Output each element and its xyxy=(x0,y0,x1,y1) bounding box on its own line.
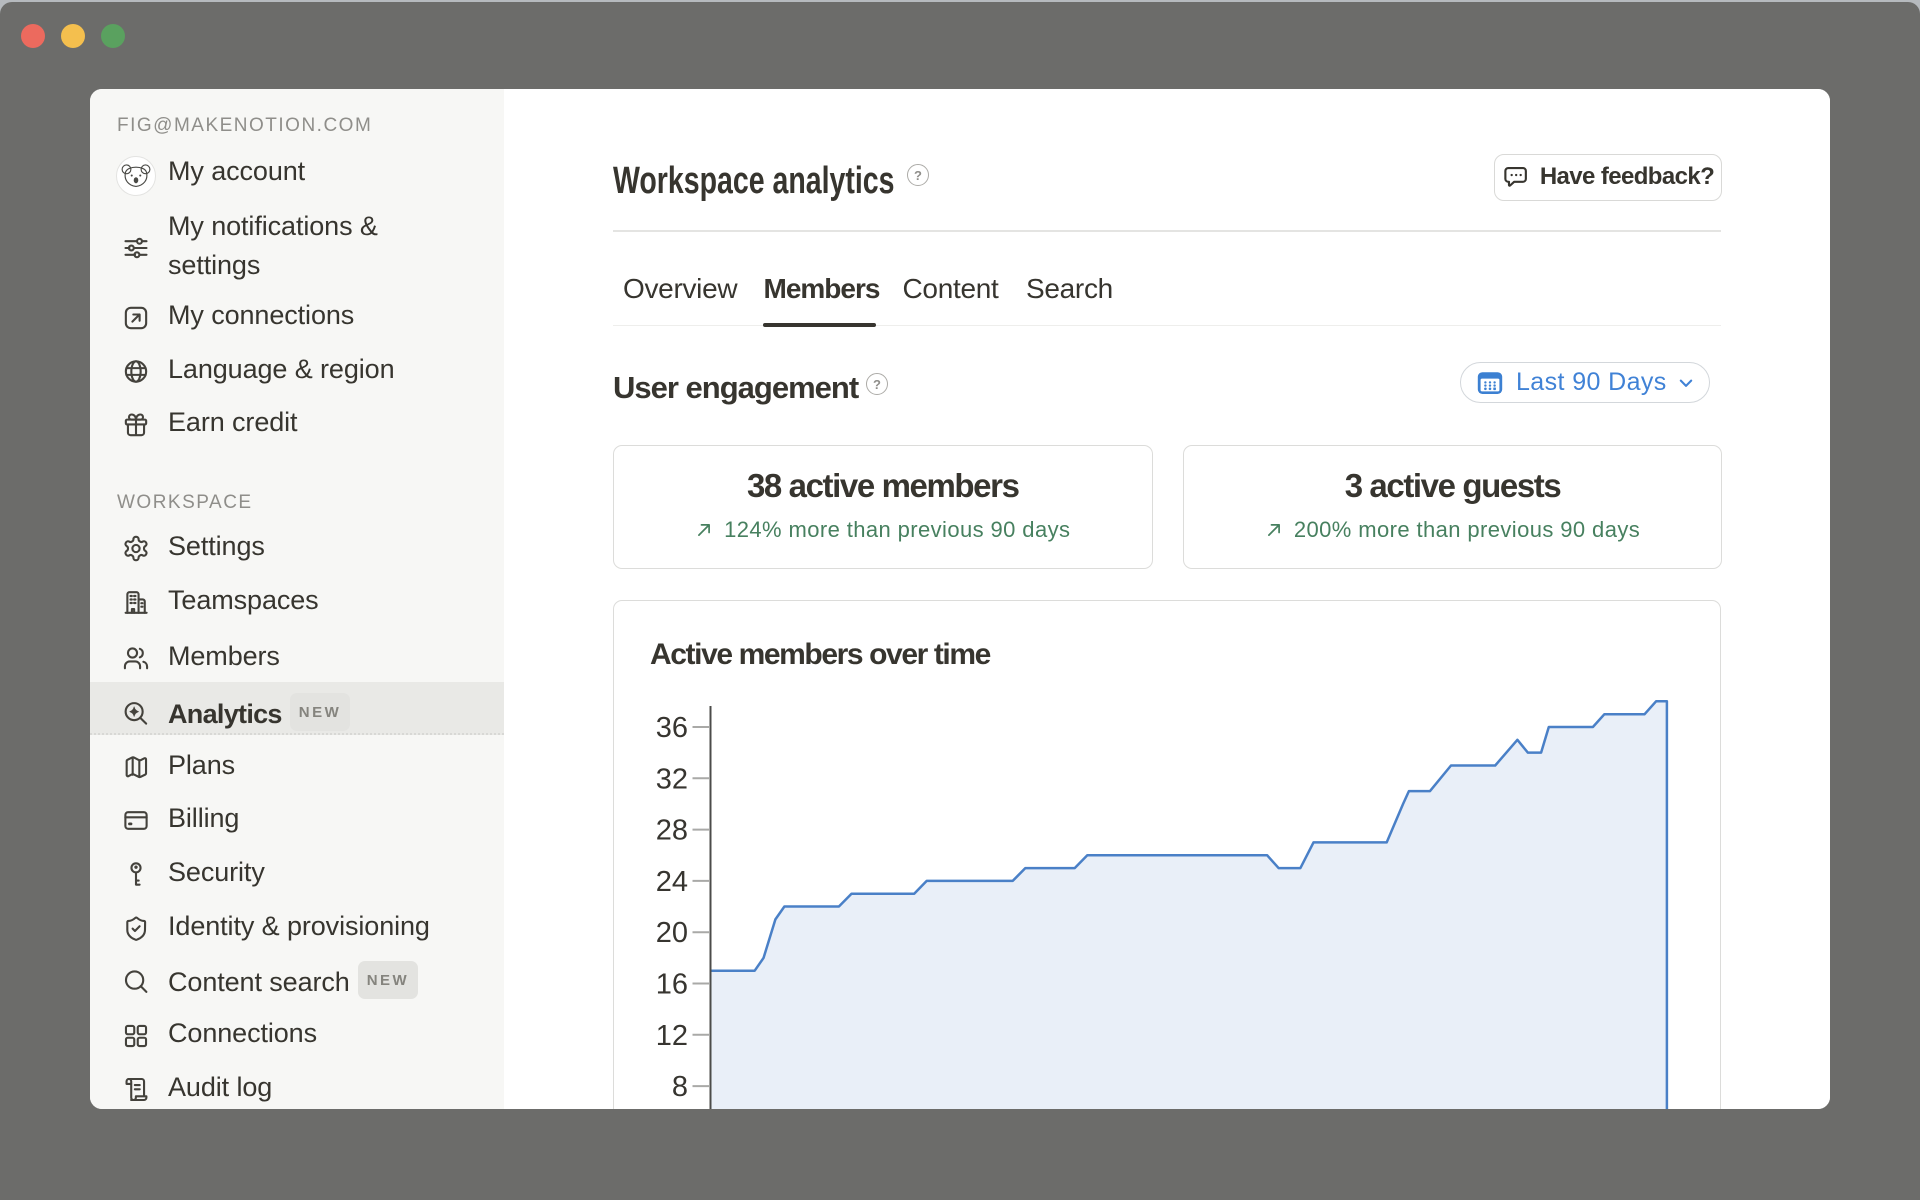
svg-text:32: 32 xyxy=(655,763,687,795)
svg-text:16: 16 xyxy=(655,968,687,1000)
svg-text:36: 36 xyxy=(655,712,687,744)
svg-text:24: 24 xyxy=(655,865,687,897)
svg-text:8: 8 xyxy=(671,1071,687,1103)
svg-text:28: 28 xyxy=(655,814,687,846)
svg-text:20: 20 xyxy=(655,917,687,949)
svg-text:12: 12 xyxy=(655,1019,687,1051)
